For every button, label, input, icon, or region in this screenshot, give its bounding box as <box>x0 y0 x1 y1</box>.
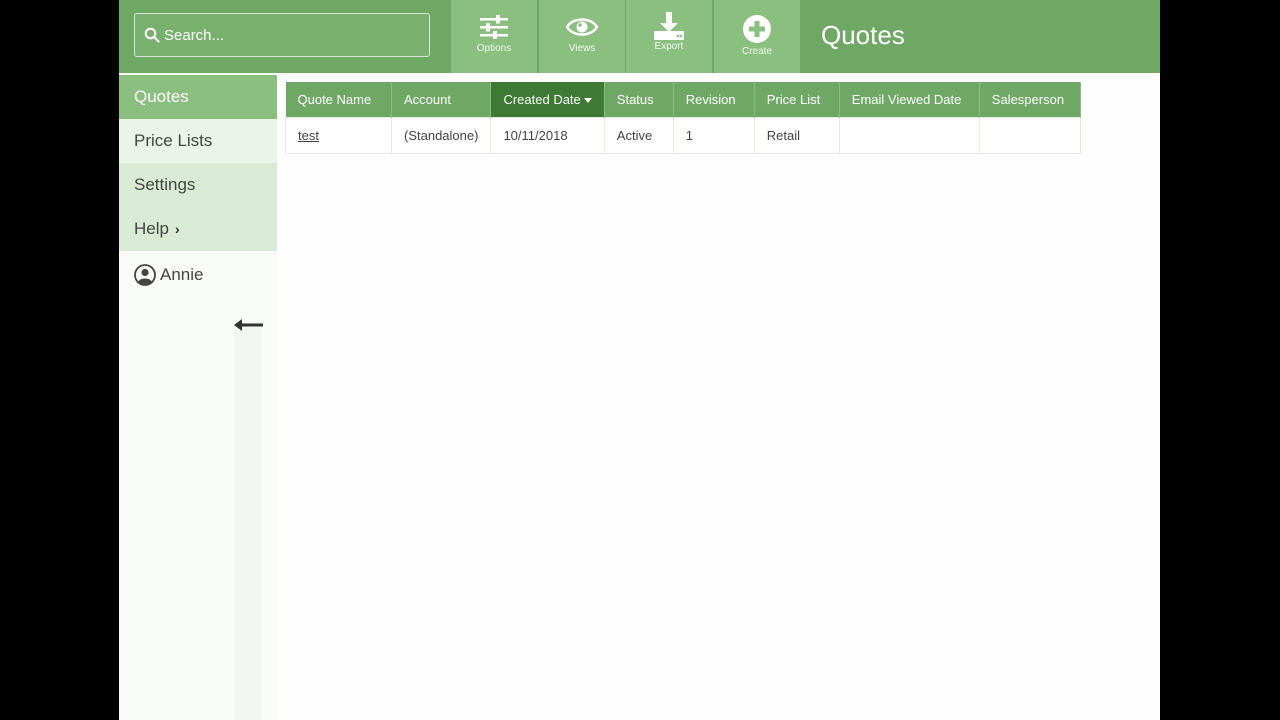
sidebar-item-price-lists[interactable]: Price Lists <box>119 119 277 163</box>
top-bar: Options Views Export <box>119 0 1160 73</box>
create-button[interactable]: Create <box>714 0 800 73</box>
column-header-salesperson[interactable]: Salesperson <box>979 82 1081 117</box>
search-icon <box>144 27 160 43</box>
cell-created-date: 10/11/2018 <box>490 116 605 154</box>
cell-account: (Standalone) <box>390 116 492 154</box>
column-header-account[interactable]: Account <box>391 82 492 117</box>
search-input[interactable] <box>164 26 414 44</box>
search-box[interactable] <box>134 13 430 57</box>
column-header-status[interactable]: Status <box>604 82 674 117</box>
arrow-left-icon[interactable] <box>233 317 265 333</box>
table-header-row: Quote Name Account Created Date Status R… <box>285 82 1081 117</box>
user-name: Annie <box>160 265 204 284</box>
cell-email-viewed-date <box>838 116 980 154</box>
sort-desc-icon <box>583 97 592 103</box>
column-header-label: Created Date <box>503 91 581 107</box>
column-header-email-viewed-date[interactable]: Email Viewed Date <box>839 82 980 117</box>
download-icon <box>654 12 684 40</box>
sliders-icon <box>480 15 508 39</box>
create-label: Create <box>741 46 772 57</box>
sidebar-item-label: Price Lists <box>134 131 213 150</box>
quotes-table: Quote Name Account Created Date Status R… <box>285 82 1081 154</box>
chevron-right-icon: › <box>174 221 180 237</box>
column-header-price-list[interactable]: Price List <box>754 82 840 117</box>
options-button[interactable]: Options <box>451 0 537 73</box>
views-label: Views <box>568 43 596 54</box>
sidebar-item-help[interactable]: Help › <box>119 207 277 251</box>
eye-icon <box>565 18 599 36</box>
cell-salesperson <box>978 116 1081 154</box>
sidebar: Quotes Price Lists Settings Help › Annie <box>119 73 277 720</box>
export-button[interactable]: Export <box>626 0 712 73</box>
options-label: Options <box>476 43 512 54</box>
sidebar-item-label: Help <box>134 219 169 238</box>
sidebar-item-user[interactable]: Annie <box>119 253 277 297</box>
quote-link[interactable]: test <box>298 128 319 143</box>
cell-status: Active <box>603 116 674 154</box>
cell-quote-name[interactable]: test <box>285 116 392 154</box>
sidebar-collapse-track <box>234 323 262 720</box>
column-header-created-date[interactable]: Created Date <box>490 82 605 117</box>
sidebar-item-label: Quotes <box>134 87 189 106</box>
plus-circle-icon <box>743 15 771 43</box>
app-window: Options Views Export <box>119 0 1160 720</box>
sidebar-item-quotes[interactable]: Quotes <box>119 75 277 119</box>
user-avatar-icon <box>134 264 156 286</box>
cell-price-list: Retail <box>753 116 840 154</box>
views-button[interactable]: Views <box>539 0 625 73</box>
sidebar-item-label: Settings <box>134 175 196 194</box>
table-row[interactable]: test (Standalone) 10/11/2018 Active 1 Re… <box>285 116 1081 154</box>
column-header-revision[interactable]: Revision <box>673 82 755 117</box>
page-title: Quotes <box>821 20 905 50</box>
column-header-quote-name[interactable]: Quote Name <box>285 82 392 117</box>
cell-revision: 1 <box>672 116 755 154</box>
sidebar-item-settings[interactable]: Settings <box>119 163 277 207</box>
export-label: Export <box>654 41 684 52</box>
